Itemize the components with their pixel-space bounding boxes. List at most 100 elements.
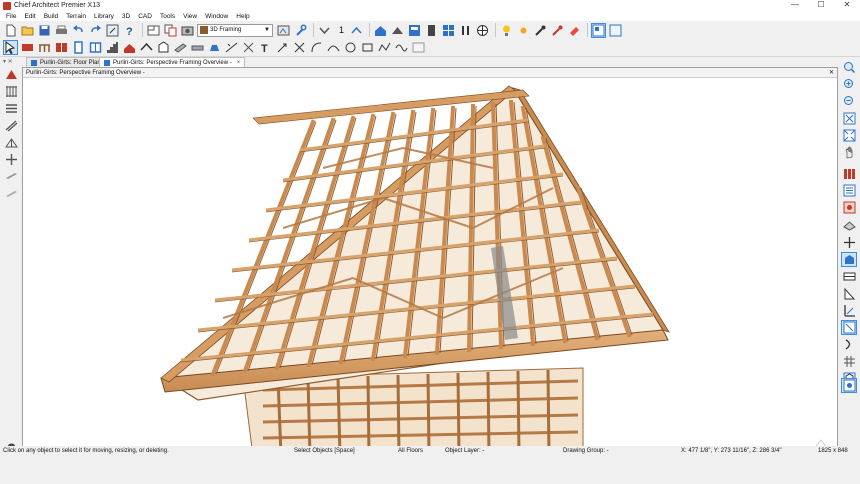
- fit-icon[interactable]: [841, 128, 857, 143]
- redo-icon[interactable]: [88, 23, 103, 38]
- library-icon[interactable]: [841, 166, 857, 181]
- menu-view[interactable]: View: [179, 13, 201, 20]
- open-icon[interactable]: [20, 23, 35, 38]
- floor-plan-icon[interactable]: [146, 23, 161, 38]
- new-icon[interactable]: [3, 23, 18, 38]
- tab-close-icon[interactable]: ×: [237, 60, 241, 66]
- arc-icon[interactable]: [309, 40, 324, 55]
- maximize-button[interactable]: ☐: [808, 0, 834, 11]
- post-icon[interactable]: [3, 152, 19, 167]
- arrow-icon[interactable]: [275, 40, 290, 55]
- menu-build[interactable]: Build: [40, 13, 62, 20]
- undo-camera-icon[interactable]: [841, 320, 857, 335]
- select-icon[interactable]: [3, 40, 18, 55]
- fill-window-icon[interactable]: [841, 111, 857, 126]
- pin-icon[interactable]: ▾ ✕: [3, 58, 13, 65]
- down-floor-icon[interactable]: [317, 23, 332, 38]
- display-icon[interactable]: [841, 218, 857, 233]
- joist-icon[interactable]: [3, 101, 19, 116]
- menu-window[interactable]: Window: [201, 13, 232, 20]
- stairs-icon[interactable]: [105, 40, 120, 55]
- circle-icon[interactable]: [343, 40, 358, 55]
- print-icon[interactable]: [54, 23, 69, 38]
- help-icon[interactable]: ?: [122, 23, 137, 38]
- add-icon[interactable]: [841, 235, 857, 250]
- camera-settings-icon[interactable]: [276, 23, 291, 38]
- spline-icon[interactable]: [394, 40, 409, 55]
- sun-icon[interactable]: [516, 23, 531, 38]
- roof2-icon[interactable]: [122, 40, 137, 55]
- framing-icon[interactable]: [173, 40, 188, 55]
- wall-framing-icon[interactable]: [3, 84, 19, 99]
- layout-icon[interactable]: [591, 22, 607, 38]
- edit-icon[interactable]: [841, 303, 857, 318]
- save-icon[interactable]: [37, 23, 52, 38]
- rafter-icon[interactable]: [3, 118, 19, 133]
- save-camera-icon[interactable]: [841, 252, 857, 267]
- walls-icon[interactable]: [841, 269, 857, 284]
- menu-3d[interactable]: 3D: [118, 13, 134, 20]
- menu-terrain[interactable]: Terrain: [62, 13, 90, 20]
- undo-icon[interactable]: [71, 23, 86, 38]
- grid-icon[interactable]: [841, 354, 857, 369]
- curve-icon[interactable]: [326, 40, 341, 55]
- menu-help[interactable]: Help: [232, 13, 253, 20]
- active-layer-icon[interactable]: [841, 183, 857, 198]
- house-icon[interactable]: [373, 23, 388, 38]
- railing-icon[interactable]: [37, 40, 52, 55]
- menu-edit[interactable]: Edit: [20, 13, 39, 20]
- wall-icon[interactable]: [20, 40, 35, 55]
- cabinet-icon[interactable]: [407, 23, 422, 38]
- zoom-out-icon[interactable]: [841, 94, 857, 109]
- rectangle-icon[interactable]: [360, 40, 375, 55]
- bracing-icon[interactable]: [3, 186, 19, 201]
- dormer-icon[interactable]: [139, 40, 154, 55]
- electrical-icon[interactable]: [458, 23, 473, 38]
- roof-plane-icon[interactable]: [3, 67, 19, 82]
- material-icon[interactable]: [550, 23, 565, 38]
- snap-icon[interactable]: [841, 378, 857, 393]
- zoom-icon[interactable]: [105, 23, 120, 38]
- minimize-button[interactable]: —: [782, 0, 808, 11]
- close-button[interactable]: ✕: [834, 0, 860, 11]
- window-icon[interactable]: [441, 23, 456, 38]
- plan-view-icon[interactable]: [608, 23, 623, 38]
- dimension-icon[interactable]: [241, 40, 256, 55]
- beam-icon[interactable]: [3, 169, 19, 184]
- menu-file[interactable]: File: [2, 13, 20, 20]
- light-icon[interactable]: [499, 23, 514, 38]
- zoom-in-icon[interactable]: [841, 77, 857, 92]
- document-close-button[interactable]: ✕: [829, 69, 834, 76]
- options-icon[interactable]: [841, 337, 857, 352]
- menu-tools[interactable]: Tools: [156, 13, 179, 20]
- view-type-dropdown[interactable]: 3D Framing ▼: [197, 23, 273, 37]
- picture-icon[interactable]: [411, 40, 426, 55]
- triangle-icon[interactable]: [841, 286, 857, 301]
- up-floor-icon[interactable]: [349, 23, 364, 38]
- 3d-framing-viewport[interactable]: [23, 78, 837, 456]
- slab-icon[interactable]: [190, 40, 205, 55]
- measure-icon[interactable]: [224, 40, 239, 55]
- camera-icon[interactable]: [180, 23, 195, 38]
- menu-library[interactable]: Library: [90, 13, 118, 20]
- pan-icon[interactable]: [841, 145, 857, 160]
- tab-perspective-framing[interactable]: Purlin-Girts: Perspective Framing Overvi…: [99, 57, 246, 67]
- eraser-icon[interactable]: [567, 23, 582, 38]
- eyedropper-icon[interactable]: [533, 23, 548, 38]
- door2-icon[interactable]: [71, 40, 86, 55]
- camera2-icon[interactable]: [207, 40, 222, 55]
- room-icon[interactable]: [156, 40, 171, 55]
- zoom-window-icon[interactable]: [841, 60, 857, 75]
- copy-icon[interactable]: [163, 23, 178, 38]
- polyline-icon[interactable]: [377, 40, 392, 55]
- menu-cad[interactable]: CAD: [134, 13, 156, 20]
- layer-set-icon[interactable]: [841, 200, 857, 215]
- globe-icon[interactable]: [475, 23, 490, 38]
- line-icon[interactable]: [292, 40, 307, 55]
- cabinet2-icon[interactable]: [54, 40, 69, 55]
- window2-icon[interactable]: [88, 40, 103, 55]
- door-icon[interactable]: [424, 23, 439, 38]
- roof-icon[interactable]: [390, 23, 405, 38]
- truss-icon[interactable]: [3, 135, 19, 150]
- text-icon[interactable]: T: [258, 40, 273, 55]
